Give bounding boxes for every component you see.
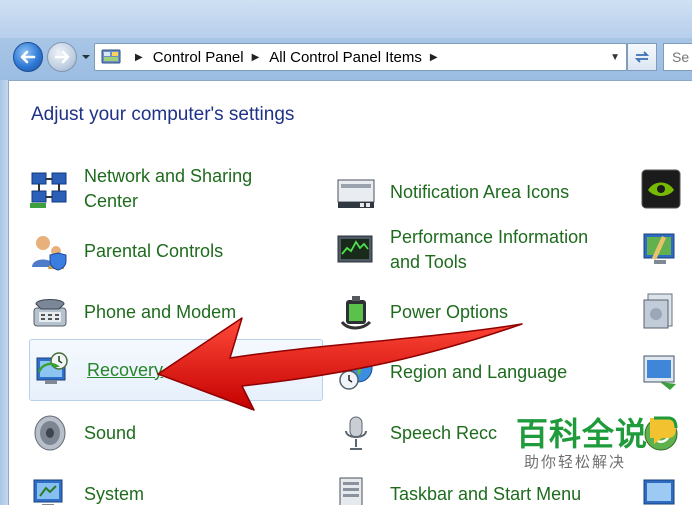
item-label[interactable]: Taskbar and Start Menu [390,482,581,505]
chevron-right-icon[interactable]: ▶ [252,52,260,63]
item-network-sharing[interactable]: Network and Sharing Center [30,164,320,214]
system-icon [33,479,63,505]
remoteapp-icon[interactable] [640,352,682,394]
item-label[interactable]: Network and Sharing [84,164,252,189]
item-label[interactable]: Notification Area Icons [390,180,569,205]
item-label[interactable]: Speech Recc [390,421,497,446]
item-label[interactable]: System [84,482,144,505]
microphone-icon [345,416,367,450]
phone-modem-icon [33,299,67,327]
page-title: Adjust your computer's settings [31,104,295,125]
watermark-tagline: 助你轻松解决 [524,453,627,471]
parental-controls-icon [32,236,67,271]
network-icon [30,172,67,208]
back-arrow-icon [20,50,36,64]
item-sound[interactable]: Sound [30,413,136,453]
performance-icon [337,235,373,263]
window-left-border [0,80,8,505]
item-label-line2[interactable]: and Tools [390,250,588,275]
chevron-right-icon[interactable]: ▶ [135,52,143,63]
notification-icons-icon [337,179,375,208]
item-label-line2[interactable]: Center [84,189,252,214]
title-bar [0,0,692,38]
refresh-icon [634,51,650,63]
forward-button[interactable] [47,42,77,72]
red-arrow-annotation [157,317,523,411]
recovery-icon [36,352,68,384]
item-speech-recognition[interactable]: Speech Recc [336,413,497,453]
item-performance[interactable]: Performance Information and Tools [336,225,588,275]
nvidia-icon[interactable] [640,168,682,210]
control-panel-icon [101,49,121,64]
programs-icon[interactable] [640,290,682,332]
personalization-icon[interactable] [640,228,682,270]
taskbar-icon [339,477,363,505]
forward-arrow-icon [54,50,70,64]
watermark-logo: 百科全说 [516,415,649,453]
item-taskbar-start[interactable]: Taskbar and Start Menu [336,474,581,505]
item-label[interactable]: Performance Information [390,225,588,250]
back-button[interactable] [13,42,43,72]
chevron-right-icon[interactable]: ▶ [430,52,438,63]
recent-pages-dropdown-icon[interactable] [81,52,91,62]
item-system[interactable]: System [30,474,144,505]
item-label[interactable]: Sound [84,421,136,446]
breadcrumb-all-items[interactable]: All Control Panel Items [269,49,422,66]
address-bar[interactable]: ▶ Control Panel ▶ All Control Panel Item… [94,43,627,71]
refresh-button[interactable] [627,43,657,71]
search-input[interactable]: Se [663,43,692,71]
breadcrumb-control-panel[interactable]: Control Panel [153,49,244,66]
item-label[interactable]: Parental Controls [84,239,223,264]
watermark-bubble-icon [650,416,678,444]
speaker-icon [34,415,66,451]
item-parental-controls[interactable]: Parental Controls [30,231,223,271]
address-dropdown-icon[interactable]: ▼ [610,52,620,63]
item-notification-area-icons[interactable]: Notification Area Icons [336,172,569,212]
monitor-icon[interactable] [640,474,682,505]
